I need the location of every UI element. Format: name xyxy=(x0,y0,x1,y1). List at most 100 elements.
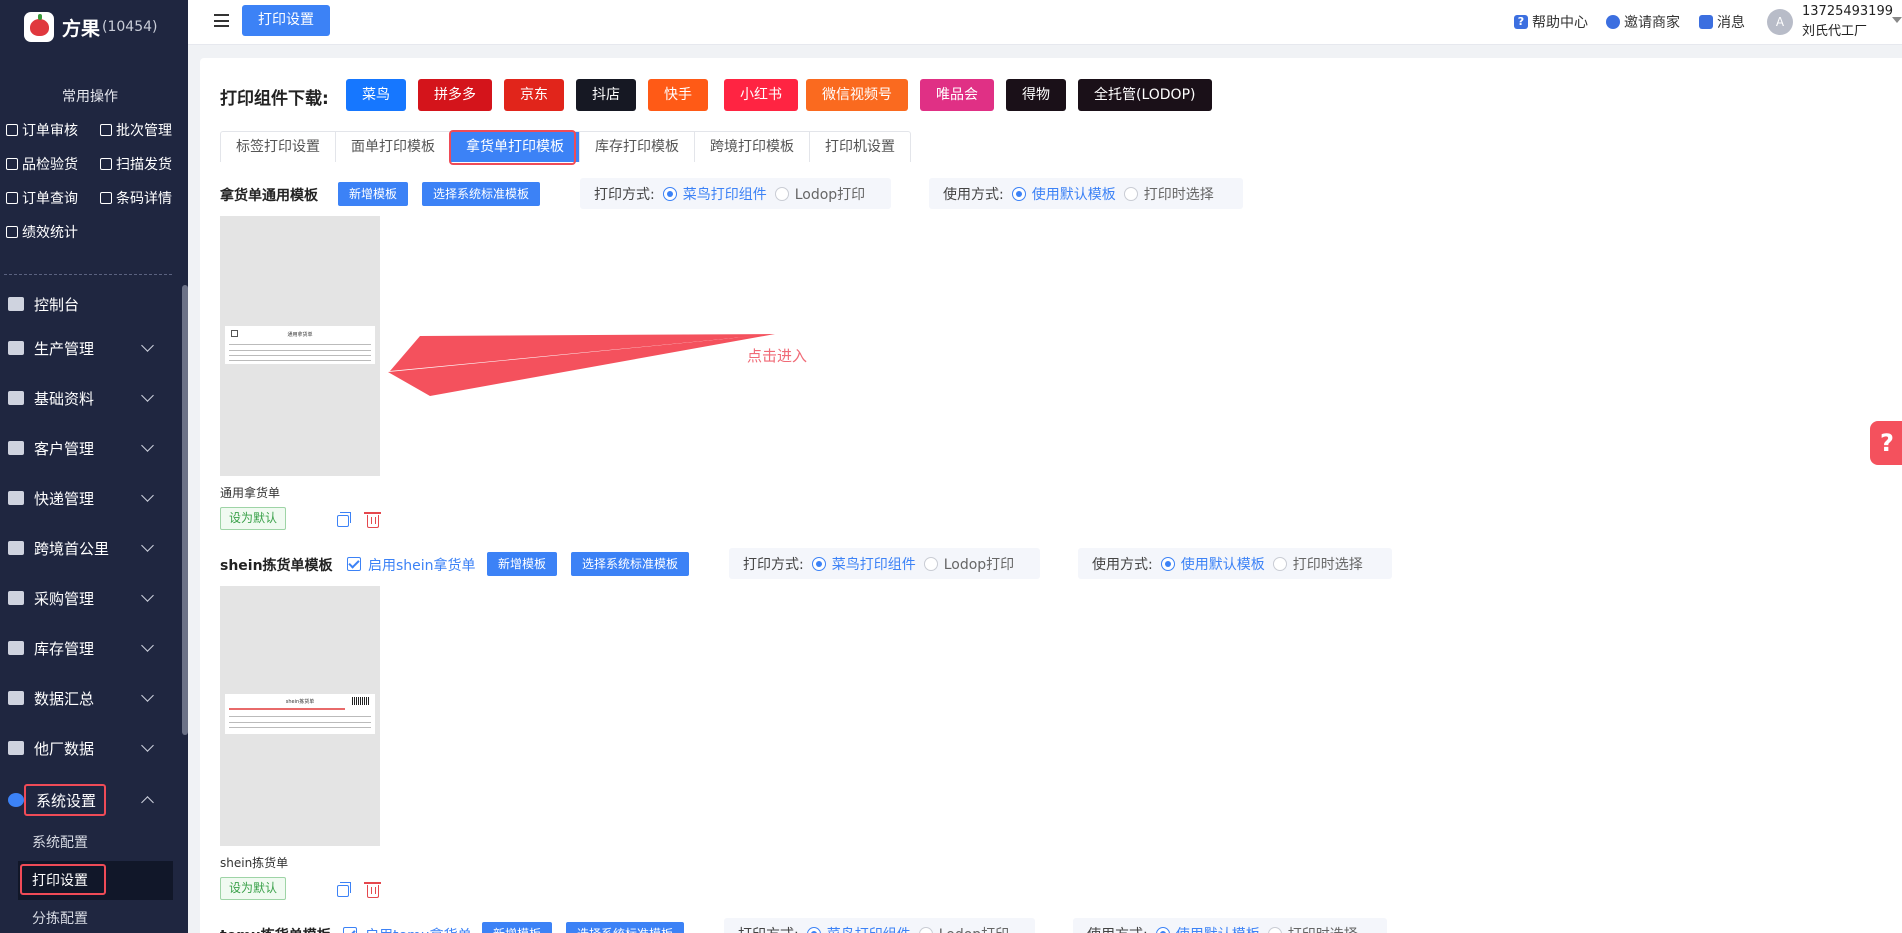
quick-inspect[interactable]: 品检验货 xyxy=(6,154,78,174)
enable-checkbox[interactable] xyxy=(343,927,357,933)
dashboard-icon xyxy=(8,297,24,311)
download-6-button[interactable]: 微信视频号 xyxy=(806,79,908,111)
enable-checkbox[interactable] xyxy=(347,557,361,571)
chevron-down-icon xyxy=(141,539,154,552)
user-name[interactable]: 刘氏代工厂 xyxy=(1802,20,1867,39)
copy-icon[interactable] xyxy=(337,512,351,527)
template-card[interactable]: 通用拿货单 xyxy=(220,216,380,476)
menu-other-factory[interactable]: 他厂数据 xyxy=(0,728,180,768)
topbar: 打印设置 ? 帮助中心 邀请商家 消息 xyxy=(188,0,1902,45)
print-mode-group: 打印方式: 菜鸟打印组件 Lodop打印 xyxy=(724,918,1035,933)
settings-icon xyxy=(8,793,24,807)
radio-cainiao[interactable] xyxy=(662,186,677,201)
download-4-button[interactable]: 快手 xyxy=(648,79,708,111)
annotation-text: 点击进入 xyxy=(747,347,808,365)
menu-purchase[interactable]: 采购管理 xyxy=(0,578,180,618)
download-5-button[interactable]: 小红书 xyxy=(724,79,798,111)
tab-crossborder-template[interactable]: 跨境打印模板 xyxy=(695,132,810,162)
tab-waybill-template[interactable]: 面单打印模板 xyxy=(336,132,451,162)
highlight-box xyxy=(449,130,576,165)
avatar[interactable]: A xyxy=(1767,9,1793,35)
sidebar-scrollbar[interactable] xyxy=(182,285,188,735)
delete-icon[interactable] xyxy=(364,512,381,528)
menu-express[interactable]: 快递管理 xyxy=(0,478,180,518)
use-mode-group: 使用方式: 使用默认模板 打印时选择 xyxy=(1078,548,1392,579)
choose-standard-template-button[interactable]: 选择系统标准模板 xyxy=(571,552,690,576)
quick-performance[interactable]: 绩效统计 xyxy=(6,222,78,242)
radio-use-default[interactable] xyxy=(1155,926,1170,933)
highlight-box xyxy=(24,784,106,816)
messages-link[interactable]: 消息 xyxy=(1699,12,1745,32)
download-8-button[interactable]: 得物 xyxy=(1006,79,1066,111)
new-template-button[interactable]: 新增模板 xyxy=(487,552,558,576)
help-center-link[interactable]: ? 帮助中心 xyxy=(1514,12,1588,32)
quick-batch-manage[interactable]: 批次管理 xyxy=(100,120,172,140)
tab-print-settings[interactable]: 打印设置 xyxy=(242,5,330,36)
quick-order-review[interactable]: 订单审核 xyxy=(6,120,78,140)
radio-cainiao[interactable] xyxy=(811,556,826,571)
box-icon xyxy=(8,391,24,405)
menu-data-summary[interactable]: 数据汇总 xyxy=(0,678,180,718)
invite-merchant-link[interactable]: 邀请商家 xyxy=(1606,12,1680,32)
tab-inventory-template[interactable]: 库存打印模板 xyxy=(580,132,695,162)
new-template-button[interactable]: 新增模板 xyxy=(338,182,409,206)
menu-customers[interactable]: 客户管理 xyxy=(0,428,180,468)
message-icon xyxy=(1699,15,1713,29)
radio-cainiao[interactable] xyxy=(806,926,821,933)
radio-use-default[interactable] xyxy=(1011,186,1026,201)
submenu-sorting-config[interactable]: 分拣配置 xyxy=(32,908,88,928)
download-0-button[interactable]: 菜鸟 xyxy=(346,79,406,111)
logo[interactable]: 方果 (10454) xyxy=(0,0,188,54)
inventory-icon xyxy=(8,641,24,655)
pie-chart-icon xyxy=(8,691,24,705)
quick-barcode-detail[interactable]: 条码详情 xyxy=(100,188,172,208)
menu-dashboard[interactable]: 控制台 xyxy=(0,284,180,324)
delete-icon[interactable] xyxy=(364,882,381,898)
menu-crossborder[interactable]: 跨境首公里 xyxy=(0,528,180,568)
menu-inventory[interactable]: 库存管理 xyxy=(0,628,180,668)
help-float-button[interactable]: ? xyxy=(1870,421,1902,465)
download-1-button[interactable]: 拼多多 xyxy=(418,79,492,111)
download-9-button[interactable]: 全托管(LODOP) xyxy=(1078,79,1212,111)
radio-lodop[interactable] xyxy=(923,556,938,571)
download-2-button[interactable]: 京东 xyxy=(504,79,564,111)
radio-choose-on-print[interactable] xyxy=(1123,186,1138,201)
template-card[interactable]: shein拣货单 xyxy=(220,586,380,846)
quick-scan-ship[interactable]: 扫描发货 xyxy=(100,154,172,174)
menu-production[interactable]: 生产管理 xyxy=(0,328,180,368)
new-template-button[interactable]: 新增模板 xyxy=(482,922,553,933)
set-default-button[interactable]: 设为默认 xyxy=(220,507,287,530)
menu-toggle-icon[interactable] xyxy=(214,14,229,27)
radio-use-default[interactable] xyxy=(1160,556,1175,571)
radio-lodop[interactable] xyxy=(774,186,789,201)
sidebar-separator xyxy=(4,274,172,275)
chevron-down-icon xyxy=(141,389,154,402)
use-mode-group: 使用方式: 使用默认模板 打印时选择 xyxy=(929,178,1243,209)
enable-label[interactable]: 启用temu拿货单 xyxy=(365,925,472,933)
radio-choose-on-print[interactable] xyxy=(1267,926,1282,933)
annotation-arrow xyxy=(388,334,775,396)
barcode-icon xyxy=(352,697,370,705)
choose-standard-template-button[interactable]: 选择系统标准模板 xyxy=(422,182,541,206)
section-title: temu拣货单模板 xyxy=(220,925,331,933)
radio-lodop[interactable] xyxy=(918,926,933,933)
tab-label-print[interactable]: 标签打印设置 xyxy=(221,132,336,162)
books-icon xyxy=(8,341,24,355)
barcode-icon xyxy=(100,192,112,204)
chevron-down-icon xyxy=(141,739,154,752)
copy-icon[interactable] xyxy=(337,882,351,897)
radio-choose-on-print[interactable] xyxy=(1272,556,1287,571)
download-3-button[interactable]: 抖店 xyxy=(576,79,636,111)
set-default-button[interactable]: 设为默认 xyxy=(220,877,287,900)
user-phone[interactable]: 13725493199 xyxy=(1802,4,1893,19)
choose-standard-template-button[interactable]: 选择系统标准模板 xyxy=(566,922,685,933)
download-7-button[interactable]: 唯品会 xyxy=(920,79,994,111)
caret-down-icon[interactable] xyxy=(1892,17,1902,23)
quick-order-query[interactable]: 订单查询 xyxy=(6,188,78,208)
menu-basic-data[interactable]: 基础资料 xyxy=(0,378,180,418)
submenu-system-config[interactable]: 系统配置 xyxy=(32,832,88,852)
common-ops-title: 常用操作 xyxy=(62,89,118,105)
enable-label[interactable]: 启用shein拿货单 xyxy=(368,555,476,575)
section3-partial: temu拣货单模板 启用temu拿货单 新增模板 选择系统标准模板 打印方式: … xyxy=(200,918,1902,933)
tab-printer-settings[interactable]: 打印机设置 xyxy=(810,132,910,162)
